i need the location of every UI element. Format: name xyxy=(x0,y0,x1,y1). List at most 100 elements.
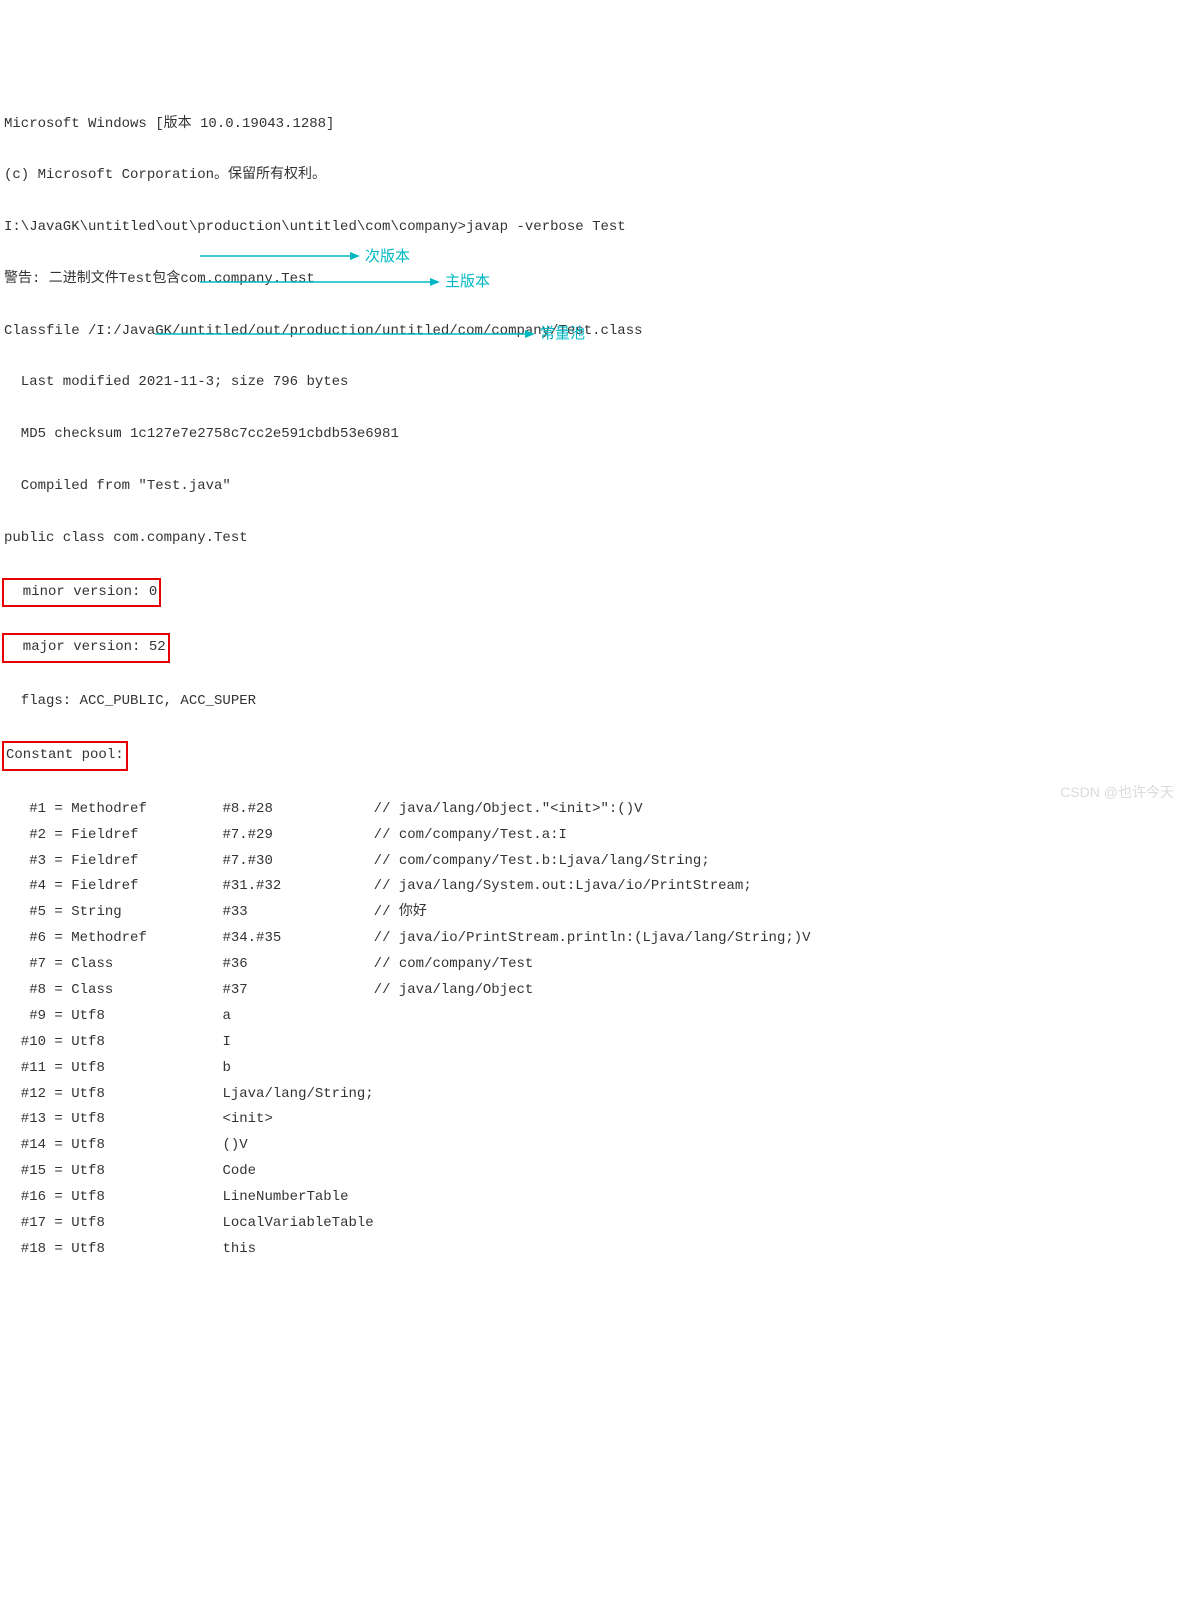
terminal-command: I:\JavaGK\untitled\out\production\untitl… xyxy=(4,215,1180,241)
pool-type: Utf8 xyxy=(71,1237,222,1263)
pool-index: #1 xyxy=(4,797,46,823)
pool-index: #7 xyxy=(4,952,46,978)
pool-type: Methodref xyxy=(71,797,222,823)
watermark: CSDN @也许今天 xyxy=(1060,780,1174,806)
pool-index: #4 xyxy=(4,874,46,900)
pool-ref: #33 xyxy=(222,900,373,926)
pool-ref: #7.#30 xyxy=(222,849,373,875)
pool-comment: // java/lang/Object xyxy=(374,982,534,998)
pool-ref: LocalVariableTable xyxy=(222,1211,373,1237)
constant-pool-row: #10 = Utf8I xyxy=(4,1030,1180,1056)
pool-comment: // java/io/PrintStream.println:(Ljava/la… xyxy=(374,930,811,946)
constant-pool-row: #1 = Methodref#8.#28// java/lang/Object.… xyxy=(4,797,1180,823)
pool-index: #16 xyxy=(4,1185,46,1211)
major-annotation: 主版本 xyxy=(445,268,490,296)
pool-index: #5 xyxy=(4,900,46,926)
pool-comment: // java/lang/Object."<init>":()V xyxy=(374,801,643,817)
pool-ref: #36 xyxy=(222,952,373,978)
pool-ref: #8.#28 xyxy=(222,797,373,823)
pool-ref: this xyxy=(222,1237,373,1263)
pool-ref: <init> xyxy=(222,1107,373,1133)
flags-line: flags: ACC_PUBLIC, ACC_SUPER xyxy=(4,689,1180,715)
pool-ref: LineNumberTable xyxy=(222,1185,373,1211)
pool-type: Fieldref xyxy=(71,874,222,900)
pool-type: Utf8 xyxy=(71,1211,222,1237)
major-version-highlight: major version: 52 xyxy=(2,633,170,663)
constant-pool-row: #15 = Utf8Code xyxy=(4,1159,1180,1185)
pool-type: Utf8 xyxy=(71,1030,222,1056)
constant-pool-row: #18 = Utf8this xyxy=(4,1237,1180,1263)
terminal-line: public class com.company.Test xyxy=(4,526,1180,552)
pool-type: Utf8 xyxy=(71,1056,222,1082)
pool-type: Fieldref xyxy=(71,823,222,849)
constant-pool-row: #16 = Utf8LineNumberTable xyxy=(4,1185,1180,1211)
terminal-line: (c) Microsoft Corporation。保留所有权利。 xyxy=(4,163,1180,189)
pool-type: Utf8 xyxy=(71,1133,222,1159)
pool-index: #8 xyxy=(4,978,46,1004)
constant-pool-row: #17 = Utf8LocalVariableTable xyxy=(4,1211,1180,1237)
constant-pool-row: #11 = Utf8b xyxy=(4,1056,1180,1082)
pool-type: Utf8 xyxy=(71,1082,222,1108)
pool-index: #13 xyxy=(4,1107,46,1133)
terminal-line: MD5 checksum 1c127e7e2758c7cc2e591cbdb53… xyxy=(4,422,1180,448)
constant-pool-row: #2 = Fieldref#7.#29// com/company/Test.a… xyxy=(4,823,1180,849)
pool-comment: // com/company/Test.a:I xyxy=(374,827,567,843)
pool-index: #6 xyxy=(4,926,46,952)
pool-type: Utf8 xyxy=(71,1185,222,1211)
constant-pool-row: #3 = Fieldref#7.#30// com/company/Test.b… xyxy=(4,849,1180,875)
pool-type: Utf8 xyxy=(71,1004,222,1030)
pool-type: Class xyxy=(71,952,222,978)
pool-ref: I xyxy=(222,1030,373,1056)
pool-ref: #37 xyxy=(222,978,373,1004)
pool-index: #10 xyxy=(4,1030,46,1056)
constant-pool-row: #8 = Class#37// java/lang/Object xyxy=(4,978,1180,1004)
major-version-line: major version: 52 xyxy=(4,633,1180,663)
pool-index: #18 xyxy=(4,1237,46,1263)
constant-pool-row: #9 = Utf8a xyxy=(4,1004,1180,1030)
constant-pool-row: #14 = Utf8()V xyxy=(4,1133,1180,1159)
pool-type: Fieldref xyxy=(71,849,222,875)
terminal-line: Classfile /I:/JavaGK/untitled/out/produc… xyxy=(4,319,1180,345)
pool-index: #2 xyxy=(4,823,46,849)
terminal-line: Last modified 2021-11-3; size 796 bytes xyxy=(4,370,1180,396)
terminal-line: Microsoft Windows [版本 10.0.19043.1288] xyxy=(4,112,1180,138)
pool-type: Utf8 xyxy=(71,1159,222,1185)
pool-ref: #34.#35 xyxy=(222,926,373,952)
pool-ref: ()V xyxy=(222,1133,373,1159)
constant-pool-row: #13 = Utf8<init> xyxy=(4,1107,1180,1133)
pool-comment: // java/lang/System.out:Ljava/io/PrintSt… xyxy=(374,878,752,894)
constant-pool-table: #1 = Methodref#8.#28// java/lang/Object.… xyxy=(4,797,1180,1263)
pool-comment: // 你好 xyxy=(374,904,427,920)
constant-pool-row: #4 = Fieldref#31.#32// java/lang/System.… xyxy=(4,874,1180,900)
pool-comment: // com/company/Test xyxy=(374,956,534,972)
terminal-warning: 警告: 二进制文件Test包含com.company.Test xyxy=(4,267,1180,293)
pool-type: Utf8 xyxy=(71,1107,222,1133)
terminal-line: Compiled from "Test.java" xyxy=(4,474,1180,500)
pool-index: #3 xyxy=(4,849,46,875)
pool-index: #11 xyxy=(4,1056,46,1082)
constant-pool-line: Constant pool: xyxy=(4,741,1180,771)
pool-index: #17 xyxy=(4,1211,46,1237)
constant-pool-highlight: Constant pool: xyxy=(2,741,128,771)
minor-annotation: 次版本 xyxy=(365,243,410,271)
constant-pool-row: #7 = Class#36// com/company/Test xyxy=(4,952,1180,978)
pool-type: String xyxy=(71,900,222,926)
constant-pool-row: #6 = Methodref#34.#35// java/io/PrintStr… xyxy=(4,926,1180,952)
pool-ref: b xyxy=(222,1056,373,1082)
pool-type: Methodref xyxy=(71,926,222,952)
pool-ref: Code xyxy=(222,1159,373,1185)
constant-pool-row: #12 = Utf8Ljava/lang/String; xyxy=(4,1082,1180,1108)
constant-pool-row: #5 = String#33// 你好 xyxy=(4,900,1180,926)
pool-type: Class xyxy=(71,978,222,1004)
pool-index: #12 xyxy=(4,1082,46,1108)
pool-index: #14 xyxy=(4,1133,46,1159)
pool-ref: a xyxy=(222,1004,373,1030)
minor-version-line: minor version: 0 xyxy=(4,578,1180,608)
minor-version-highlight: minor version: 0 xyxy=(2,578,161,608)
pool-index: #9 xyxy=(4,1004,46,1030)
arrow-icon xyxy=(200,250,360,262)
pool-index: #15 xyxy=(4,1159,46,1185)
pool-ref: Ljava/lang/String; xyxy=(222,1082,373,1108)
pool-ref: #31.#32 xyxy=(222,874,373,900)
constpool-annotation: 常量池 xyxy=(540,320,585,348)
